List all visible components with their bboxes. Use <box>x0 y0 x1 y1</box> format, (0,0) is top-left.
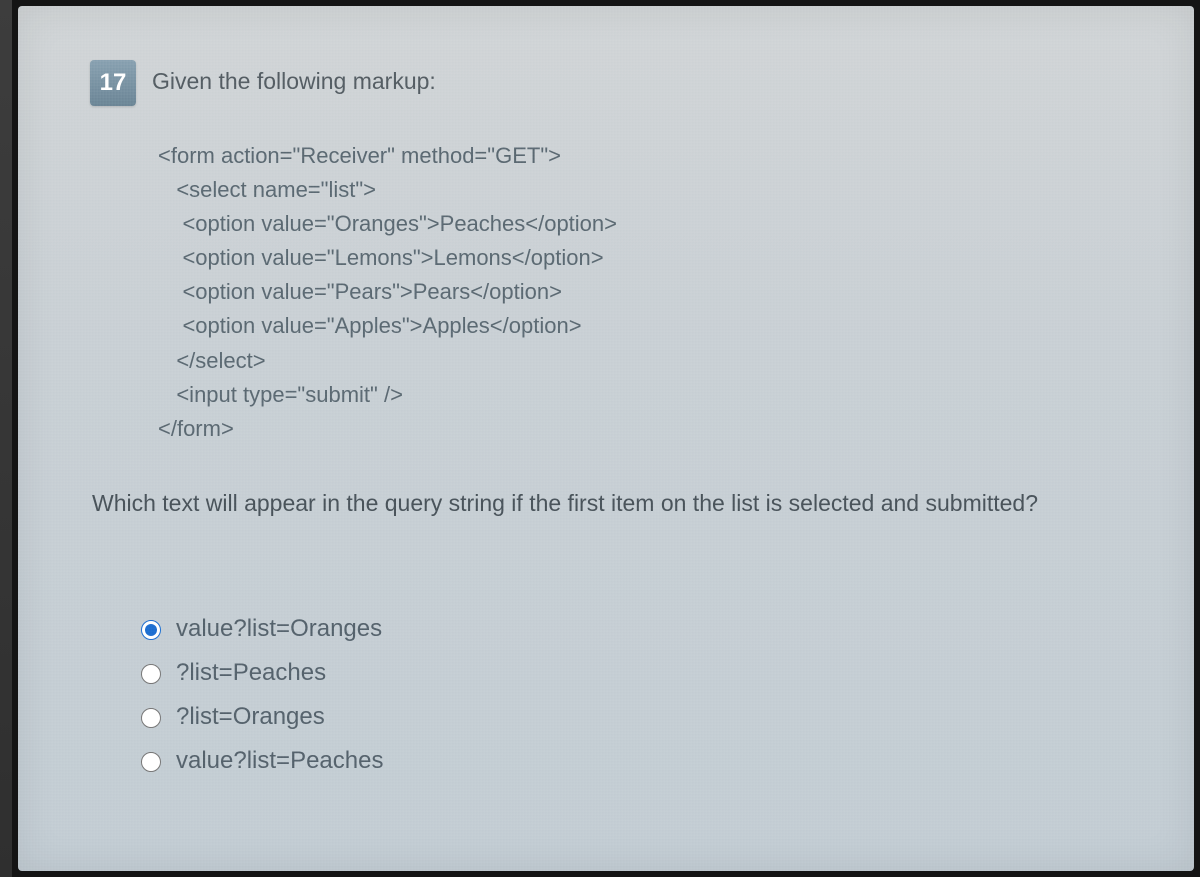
question-page: 17 Given the following markup: <form act… <box>18 6 1194 871</box>
code-block: <form action="Receiver" method="GET"> <s… <box>158 139 1138 446</box>
code-line: <option value="Pears">Pears</option> <box>158 279 562 304</box>
answer-choice-0[interactable]: value?list=Oranges <box>136 607 1138 651</box>
question-intro: Given the following markup: <box>152 68 1138 95</box>
code-line: <input type="submit" /> <box>158 382 403 407</box>
choice-label: value?list=Oranges <box>176 615 382 643</box>
radio-choice-1[interactable] <box>141 664 161 684</box>
answer-choice-1[interactable]: ?list=Peaches <box>136 651 1138 695</box>
screen-frame: 17 Given the following markup: <form act… <box>0 0 1200 877</box>
left-edge-strip <box>0 0 12 877</box>
radio-choice-3[interactable] <box>141 752 161 772</box>
code-line: <option value="Lemons">Lemons</option> <box>158 245 604 270</box>
code-line: </form> <box>158 416 234 441</box>
code-line: </select> <box>158 348 266 373</box>
choice-label: ?list=Peaches <box>176 659 326 687</box>
choice-label: value?list=Peaches <box>176 747 383 775</box>
code-line: <select name="list"> <box>158 177 376 202</box>
answer-choice-2[interactable]: ?list=Oranges <box>136 695 1138 739</box>
question-prompt: Which text will appear in the query stri… <box>92 490 1138 517</box>
radio-choice-0[interactable] <box>141 620 161 640</box>
code-line: <form action="Receiver" method="GET"> <box>158 143 561 168</box>
answer-choices: value?list=Oranges ?list=Peaches ?list=O… <box>136 607 1138 783</box>
radio-choice-2[interactable] <box>141 708 161 728</box>
code-line: <option value="Apples">Apples</option> <box>158 313 582 338</box>
choice-label: ?list=Oranges <box>176 703 325 731</box>
question-number: 17 <box>100 69 127 97</box>
question-number-badge: 17 <box>90 60 136 106</box>
code-line: <option value="Oranges">Peaches</option> <box>158 211 617 236</box>
answer-choice-3[interactable]: value?list=Peaches <box>136 739 1138 783</box>
question-body: Given the following markup: <form action… <box>152 68 1138 783</box>
